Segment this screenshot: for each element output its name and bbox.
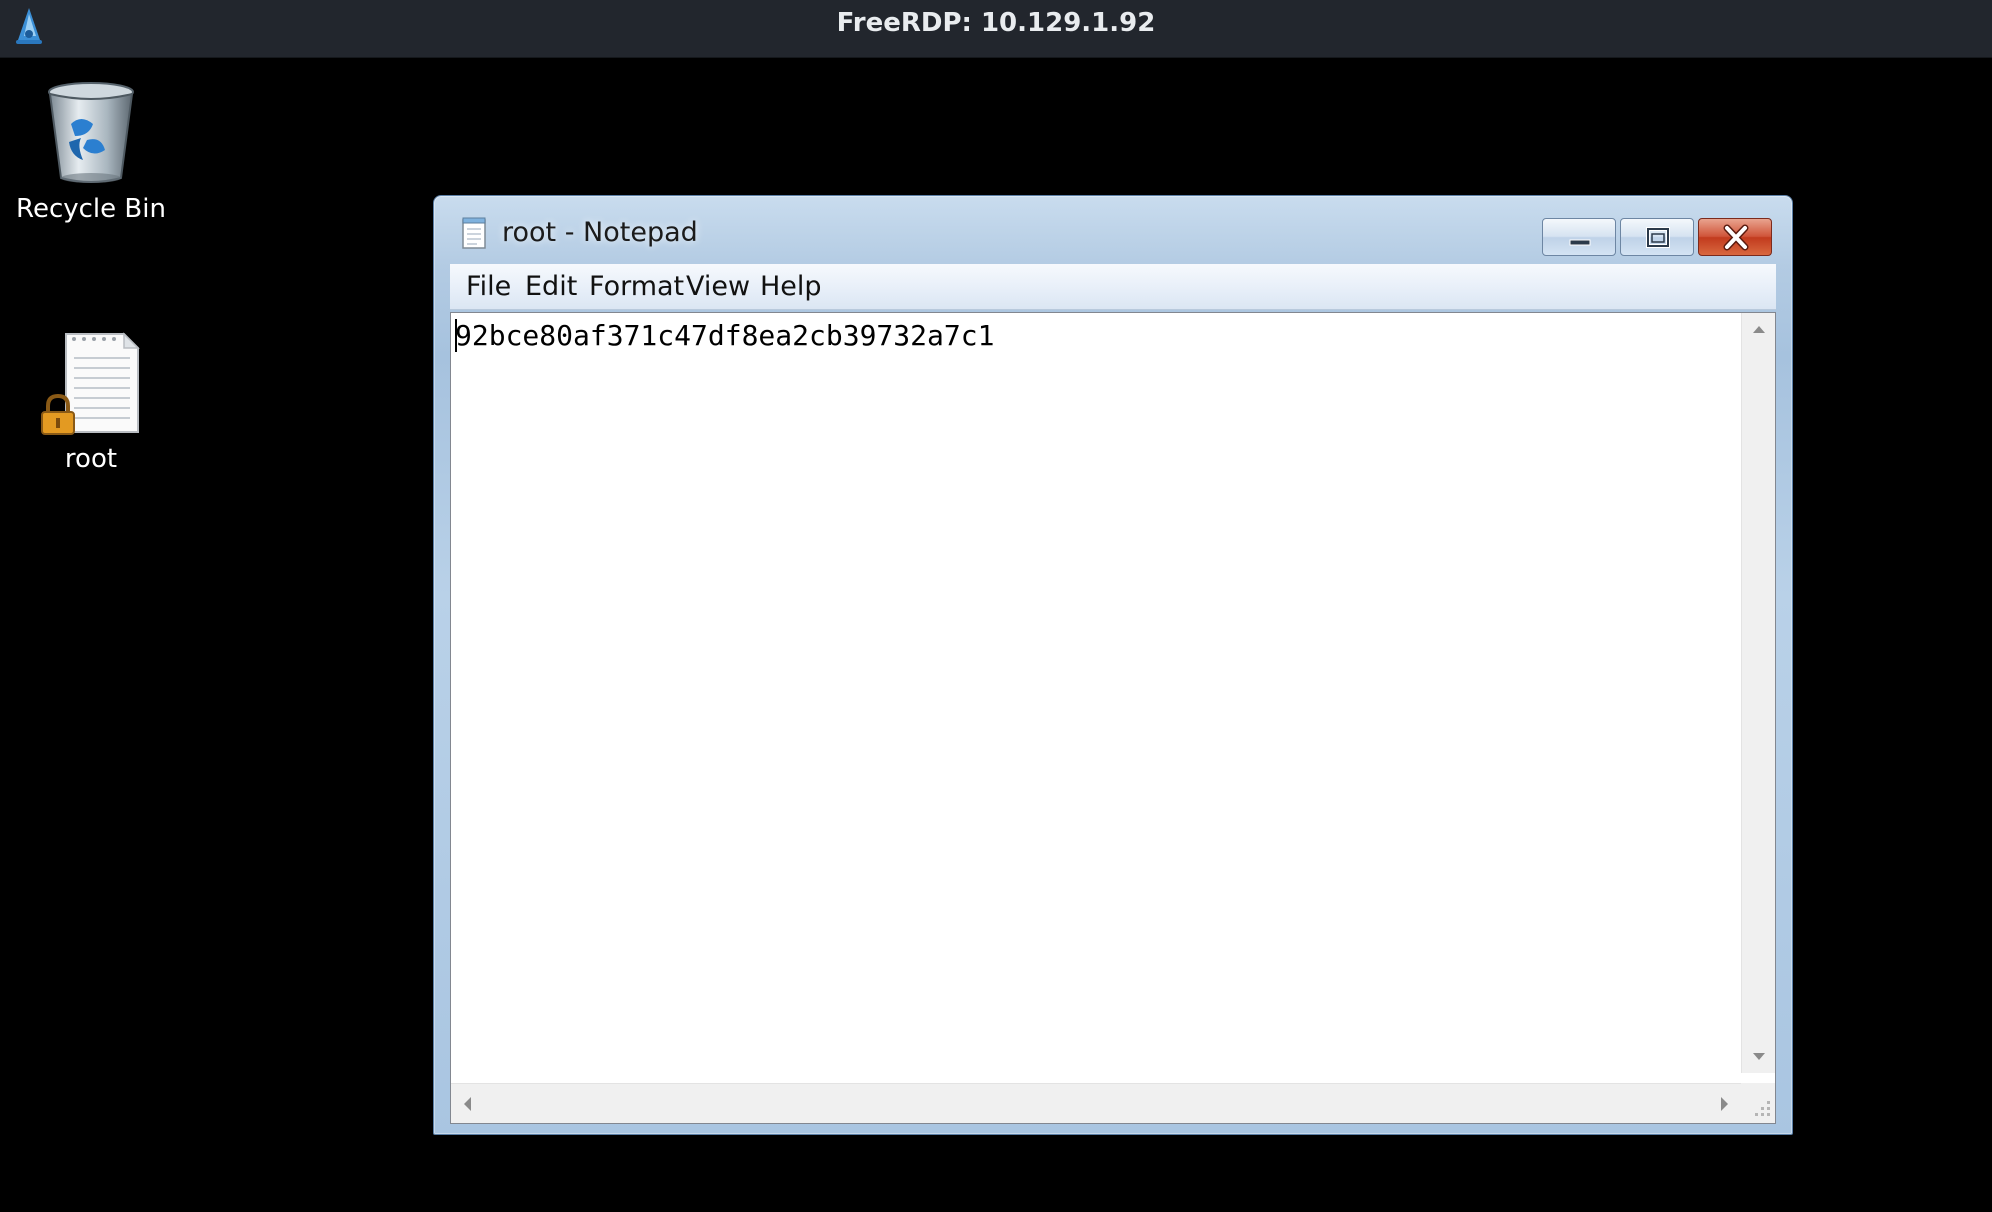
scroll-right-arrow-icon — [1721, 1097, 1728, 1111]
text-caret — [455, 319, 457, 352]
desktop-icon-recycle-bin[interactable]: Recycle Bin — [6, 78, 176, 224]
horizontal-scrollbar[interactable] — [451, 1083, 1741, 1123]
desktop-icon-root-file[interactable]: root — [6, 328, 176, 474]
notepad-window[interactable]: root - Notepad File Edit Format View Hel… — [433, 195, 1793, 1135]
menu-file[interactable]: File — [466, 264, 511, 310]
minimize-icon — [1569, 239, 1591, 246]
scroll-right-button[interactable] — [1707, 1084, 1741, 1124]
scroll-up-button[interactable] — [1742, 313, 1776, 347]
menu-format[interactable]: Format — [589, 264, 684, 310]
resize-grip-icon — [1755, 1101, 1770, 1116]
close-icon — [1723, 224, 1749, 251]
maximize-button[interactable] — [1620, 218, 1694, 256]
recycle-bin-icon — [48, 82, 134, 183]
scroll-left-button[interactable] — [451, 1084, 485, 1124]
menu-help[interactable]: Help — [760, 264, 822, 310]
desktop-icon-label: root — [64, 444, 118, 474]
scroll-up-arrow-icon — [1753, 326, 1765, 333]
document-text[interactable]: 92bce80af371c47df8ea2cb39732a7c1 — [455, 319, 994, 352]
close-button[interactable] — [1698, 218, 1772, 256]
menu-bar: File Edit Format View Help — [450, 264, 1776, 310]
menu-view[interactable]: View — [686, 264, 750, 310]
resize-grip[interactable] — [1741, 1083, 1775, 1123]
window-title: root - Notepad — [502, 217, 698, 248]
locked-text-file-icon — [41, 332, 140, 435]
scroll-down-arrow-icon — [1753, 1053, 1765, 1060]
rdp-window-title: FreeRDP: 10.129.1.92 — [836, 8, 1156, 38]
text-edit-area[interactable]: 92bce80af371c47df8ea2cb39732a7c1 — [450, 312, 1776, 1124]
scroll-down-button[interactable] — [1742, 1039, 1776, 1073]
desktop-icon-label: Recycle Bin — [16, 194, 166, 224]
desktop: Recycle Bin root root - Notepad File Edi… — [0, 58, 1992, 1212]
notepad-title-bar[interactable]: root - Notepad — [434, 196, 1792, 264]
maximize-icon — [1646, 227, 1670, 248]
rdp-title-bar: FreeRDP: 10.129.1.92 — [0, 0, 1992, 58]
vertical-scrollbar[interactable] — [1741, 313, 1775, 1073]
notepad-icon — [462, 217, 486, 249]
minimize-button[interactable] — [1542, 218, 1616, 256]
scroll-left-arrow-icon — [464, 1097, 471, 1111]
menu-edit[interactable]: Edit — [525, 264, 577, 310]
